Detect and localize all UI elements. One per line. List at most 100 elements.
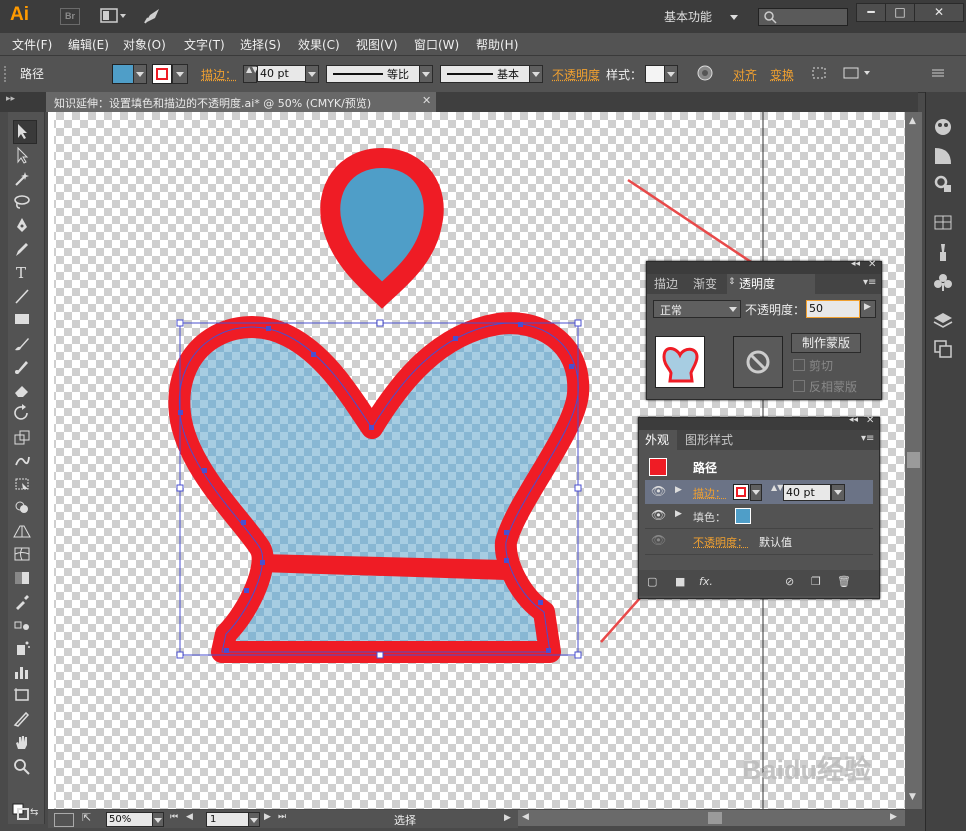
brush-panel-button[interactable] (932, 242, 954, 264)
teardrop-shape[interactable] (330, 158, 433, 295)
share-icon[interactable]: ⇱ (82, 811, 91, 824)
warp-tool[interactable] (12, 451, 34, 471)
stroke-color-swatch[interactable] (733, 484, 749, 500)
opacity-row[interactable]: 👁 不透明度： 默认值 (645, 528, 873, 555)
menu-edit[interactable]: 编辑(E) (68, 36, 109, 52)
scroll-left-icon[interactable]: ◀ (522, 812, 529, 822)
club-panel-button[interactable] (932, 271, 954, 293)
sync-settings-button[interactable] (142, 6, 162, 26)
stroke-weight-field[interactable]: 40 pt (783, 484, 831, 501)
pencil-brush-tool[interactable] (12, 240, 34, 260)
lasso-tool[interactable] (12, 193, 34, 213)
control-panel-menu[interactable] (930, 66, 946, 80)
isolate-group-button[interactable] (810, 65, 828, 81)
free-transform-tool[interactable] (12, 475, 34, 495)
slice-tool[interactable] (12, 710, 34, 730)
heart-shape[interactable] (179, 323, 578, 652)
eye-icon[interactable]: 👁 (651, 484, 666, 498)
scroll-down-icon[interactable]: ▼ (909, 792, 916, 802)
graphic-style-swatch[interactable] (645, 65, 665, 83)
clip-checkbox[interactable] (793, 359, 805, 371)
tab-stroke[interactable]: 描边 (654, 274, 678, 294)
stroke-swatch[interactable] (152, 64, 172, 84)
menu-type[interactable]: 文字(T) (184, 36, 225, 52)
recolor-artwork-button[interactable] (696, 64, 714, 82)
brush-definition[interactable]: 基本 (440, 65, 530, 83)
stroke-weight-dropdown[interactable] (305, 65, 319, 83)
new-fill-icon[interactable]: ■ (675, 575, 685, 588)
trash-icon[interactable]: 🗑 (837, 575, 851, 588)
opacity-link[interactable]: 不透明度 (552, 66, 600, 83)
gradient-panel-button[interactable] (932, 145, 954, 167)
close-icon[interactable]: ✕ (866, 415, 874, 426)
collapse-icon[interactable]: ▸▸ (6, 94, 15, 104)
artboard-dropdown[interactable] (248, 812, 260, 827)
menu-help[interactable]: 帮助(H) (476, 36, 518, 52)
tab-graphic-styles[interactable]: 图形样式 (685, 430, 733, 450)
invert-mask-checkbox[interactable] (793, 380, 805, 392)
status-menu-icon[interactable]: ▶ (504, 813, 511, 823)
help-search-input[interactable] (758, 8, 848, 26)
fill-dropdown[interactable] (133, 64, 147, 84)
tab-transparency[interactable]: ⇕ 透明度 (727, 274, 815, 294)
horizontal-scroll-thumb[interactable] (708, 812, 722, 824)
stroke-row-label[interactable]: 描边： (693, 485, 726, 501)
fill-row-label[interactable]: 填色： (693, 509, 726, 525)
close-icon[interactable]: ✕ (868, 259, 876, 270)
brush-dropdown[interactable] (529, 65, 543, 83)
stroke-weight-stepper[interactable]: ▲▼ (243, 65, 257, 83)
opacity-slider-button[interactable]: ▶ (860, 300, 876, 318)
menu-view[interactable]: 视图(V) (356, 36, 398, 52)
artboard-tool[interactable] (12, 686, 34, 706)
stroke-weight-dropdown[interactable] (831, 484, 845, 501)
eraser-tool[interactable] (12, 381, 34, 401)
profile-dropdown[interactable] (419, 65, 433, 83)
fill-color-swatch[interactable] (735, 508, 751, 524)
stroke-row[interactable]: 👁 ▶ 描边： ▲▼ 40 pt (645, 480, 873, 504)
envelope-button[interactable] (842, 65, 872, 81)
mask-thumbnail[interactable] (733, 336, 783, 388)
prev-artboard-icon[interactable]: ⏮ (170, 812, 178, 822)
stepper-icon[interactable]: ▲▼ (771, 483, 783, 492)
stroke-weight-input[interactable]: 40 pt (257, 65, 307, 82)
blend-mode-dropdown[interactable]: 正常 (653, 300, 741, 318)
zoom-tool[interactable] (12, 757, 34, 777)
stroke-dropdown[interactable] (172, 64, 188, 84)
eye-icon[interactable]: 👁 (651, 533, 666, 547)
selection-tool[interactable] (12, 122, 34, 142)
color-panel-button[interactable] (932, 116, 954, 138)
close-tab-icon[interactable]: ✕ (422, 94, 431, 107)
next-icon[interactable]: ▶ (264, 812, 271, 822)
line-tool[interactable] (12, 287, 34, 307)
menu-file[interactable]: 文件(F) (12, 36, 52, 52)
mesh-tool[interactable] (12, 545, 34, 565)
tab-appearance[interactable]: 外观 (639, 430, 677, 450)
blob-brush-tool[interactable] (12, 357, 34, 377)
clear-appearance-icon[interactable]: ⊘ (785, 575, 794, 588)
workspace-switcher[interactable]: 基本功能 (664, 8, 749, 26)
stroke-link[interactable]: 描边： (201, 66, 237, 83)
scroll-right-icon[interactable]: ▶ (890, 812, 897, 822)
horizontal-scrollbar[interactable]: ◀ ▶ (518, 810, 905, 826)
variable-width-profile[interactable]: 等比 (326, 65, 420, 83)
collapse-icon[interactable]: ◂◂ (851, 259, 860, 269)
scroll-up-icon[interactable]: ▲ (909, 116, 916, 126)
new-stroke-icon[interactable]: ▢ (647, 575, 657, 588)
maximize-button[interactable]: □ (885, 3, 915, 22)
style-dropdown[interactable] (664, 65, 678, 83)
bridge-button[interactable]: Br (60, 8, 80, 25)
pen-tool[interactable] (12, 216, 34, 236)
perspective-grid-tool[interactable] (12, 522, 34, 542)
document-tab[interactable]: 知识延伸：设置填色和描边的不透明度.ai* @ 50% (CMYK/预览) ✕ (46, 92, 436, 112)
magic-wand-tool[interactable] (12, 169, 34, 189)
tab-gradient[interactable]: 渐变 (693, 274, 717, 294)
vertical-scroll-thumb[interactable] (907, 452, 920, 468)
table-panel-button[interactable] (932, 212, 954, 234)
menu-select[interactable]: 选择(S) (240, 36, 281, 52)
artboard-number-input[interactable]: 1 (206, 812, 251, 827)
align-link[interactable]: 对齐 (733, 66, 757, 83)
fill-swatch[interactable] (112, 64, 134, 84)
vertical-scrollbar[interactable]: ▲ ▼ (905, 112, 922, 809)
prev-icon[interactable]: ◀ (186, 812, 193, 822)
menu-object[interactable]: 对象(O) (123, 36, 166, 52)
